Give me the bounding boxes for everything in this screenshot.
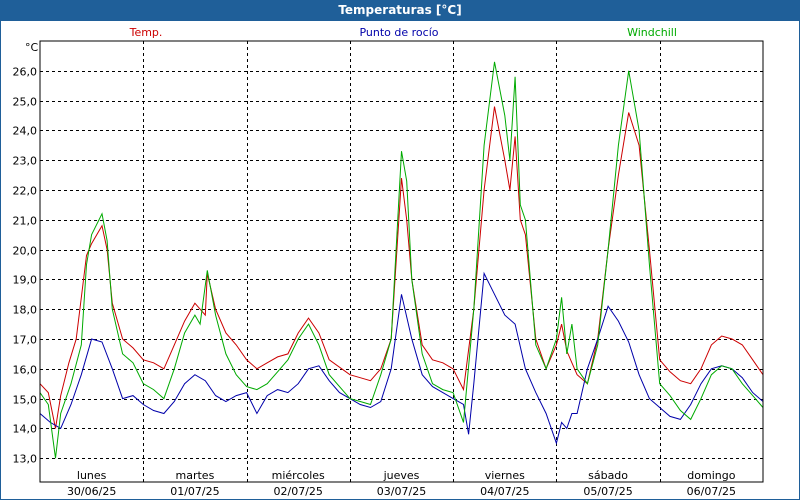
x-tick-date-label: 05/07/25 — [583, 485, 632, 498]
y-tick-label: 18,0 — [13, 304, 38, 317]
y-tick-label: 26,0 — [13, 66, 38, 79]
temperature-chart: 13,0 14,0 15,0 16,0 17,0 18,0 19,0 20,0 21,0 22,0… — [13, 26, 764, 498]
series-line-2 — [39, 61, 764, 459]
y-tick-label: 13,0 — [13, 453, 38, 466]
y-tick-label: 21,0 — [13, 215, 38, 228]
chart-title: Temperaturas [°C] — [0, 0, 800, 20]
y-tick-label: 24,0 — [13, 125, 38, 138]
x-tick-date-label: 02/07/25 — [274, 485, 323, 498]
y-axis-unit-label: °C — [25, 41, 39, 54]
y-tick-label: 17,0 — [13, 334, 38, 347]
y-tick-label: 25,0 — [13, 96, 38, 109]
grid — [40, 41, 763, 482]
x-tick-date-label: 06/07/25 — [687, 485, 736, 498]
y-axis-ticks: 13,0 14,0 15,0 16,0 17,0 18,0 19,0 20,0 21,0 22,0… — [13, 66, 38, 466]
legend-windchill: Windchill — [627, 26, 677, 39]
y-tick-label: 22,0 — [13, 185, 38, 198]
x-tick-date-label: 04/07/25 — [480, 485, 529, 498]
series-lines — [39, 61, 764, 459]
x-tick-date-label: 30/06/25 — [67, 485, 116, 498]
x-tick-day-label: domingo — [687, 469, 735, 482]
x-tick-day-label: viernes — [485, 469, 525, 482]
y-tick-label: 14,0 — [13, 423, 38, 436]
y-tick-label: 19,0 — [13, 274, 38, 287]
legend-dew-point: Punto de rocío — [359, 26, 438, 39]
y-tick-label: 15,0 — [13, 394, 38, 407]
x-tick-day-label: martes — [176, 469, 215, 482]
x-tick-date-label: 01/07/25 — [170, 485, 219, 498]
chart-panel: 13,0 14,0 15,0 16,0 17,0 18,0 19,0 20,0 21,0 22,0… — [0, 20, 800, 500]
x-tick-day-label: miércoles — [272, 469, 325, 482]
x-axis-ticks: lunes 30/06/25 martes 01/07/25 miércoles 02/0… — [67, 469, 736, 498]
y-tick-label: 20,0 — [13, 245, 38, 258]
plot-frame — [39, 40, 764, 483]
legend-temp: Temp. — [129, 26, 163, 39]
x-tick-date-label: 03/07/25 — [377, 485, 426, 498]
y-tick-label: 16,0 — [13, 364, 38, 377]
x-tick-day-label: lunes — [77, 469, 107, 482]
x-tick-day-label: sábado — [588, 469, 628, 482]
series-line-1 — [39, 271, 764, 446]
y-tick-label: 23,0 — [13, 155, 38, 168]
x-tick-day-label: jueves — [383, 469, 420, 482]
